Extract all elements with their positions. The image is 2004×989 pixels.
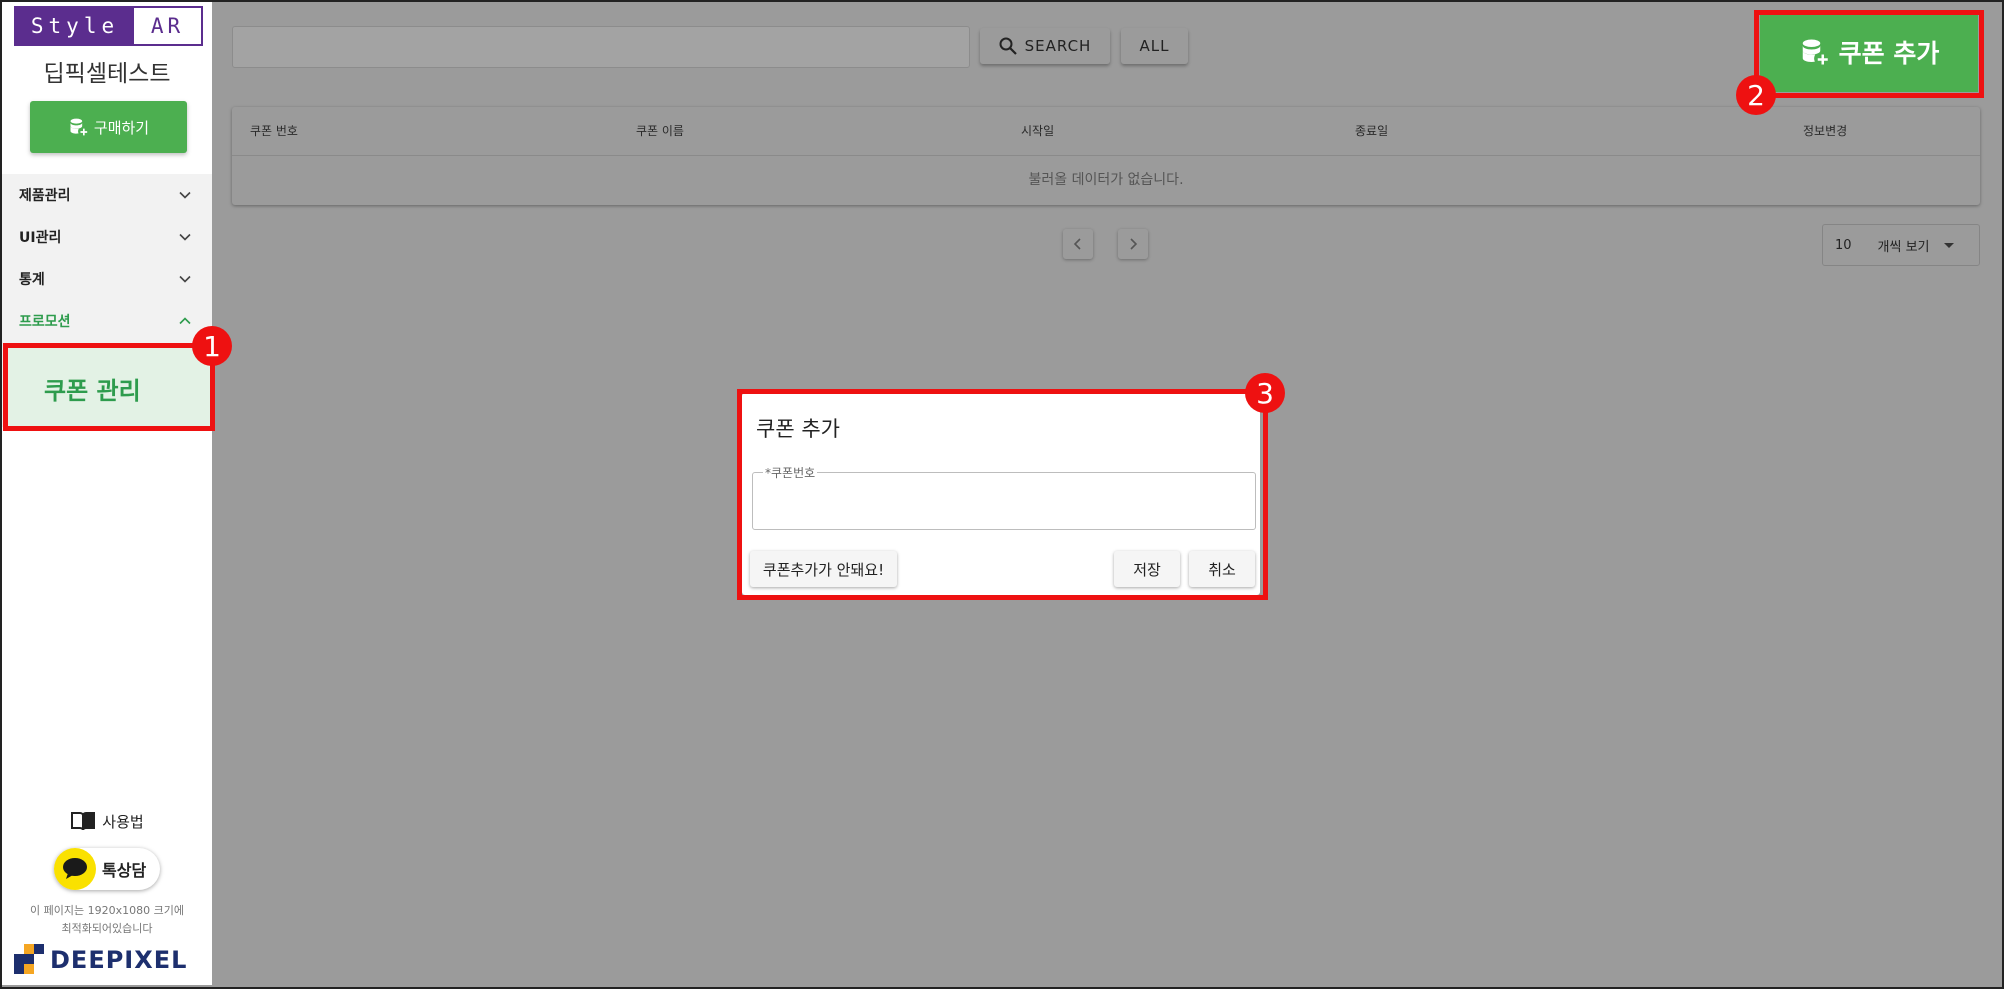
per-page-label: 개씩 보기 bbox=[1877, 239, 1930, 255]
style-ar-logo[interactable]: Style AR bbox=[14, 6, 203, 46]
sidebar-item-stats[interactable]: 통계 bbox=[2, 258, 212, 300]
help-label: 사용법 bbox=[102, 812, 144, 831]
column-header[interactable]: 쿠폰 이름 bbox=[636, 107, 684, 155]
coupon-table: 쿠폰 번호 쿠폰 이름 시작일 종료일 정보변경 불러올 데이터가 없습니다. bbox=[232, 107, 1980, 205]
per-page-select[interactable]: 10 개씩 보기 bbox=[1822, 224, 1980, 266]
book-icon bbox=[71, 812, 96, 831]
search-button[interactable]: SEARCH bbox=[980, 28, 1110, 64]
help-link[interactable]: 사용법 bbox=[2, 810, 212, 832]
sidebar-item-label: 제품관리 bbox=[19, 188, 71, 204]
shop-name: 딥픽셀테스트 bbox=[43, 61, 171, 87]
empty-message: 불러올 데이터가 없습니다. bbox=[1028, 172, 1184, 188]
sidebar-item-promotion[interactable]: 프로모션 bbox=[2, 300, 212, 342]
callout-badge-2: 2 bbox=[1736, 75, 1776, 115]
logo-text-right: AR bbox=[150, 14, 185, 38]
per-page-value: 10 bbox=[1835, 237, 1852, 253]
callout-badge-1: 1 bbox=[192, 326, 232, 366]
all-button[interactable]: ALL bbox=[1121, 28, 1188, 64]
chevron-down-icon bbox=[179, 275, 191, 283]
notice-line: 최적화되어있습니다 bbox=[61, 922, 153, 935]
deepixel-logo-icon bbox=[14, 944, 44, 974]
kakao-bubble bbox=[54, 848, 96, 890]
resolution-notice: 이 페이지는 1920x1080 크기에 최적화되어있습니다 bbox=[2, 902, 212, 938]
column-header[interactable]: 종료일 bbox=[1355, 107, 1388, 155]
table-header: 쿠폰 번호 쿠폰 이름 시작일 종료일 정보변경 bbox=[232, 107, 1980, 156]
talk-label: 톡상담 bbox=[102, 861, 147, 880]
deepixel-brand: DEEPIXEL bbox=[12, 944, 187, 976]
highlight-box-1 bbox=[3, 343, 215, 431]
sidebar-item-products[interactable]: 제품관리 bbox=[2, 174, 212, 216]
sidebar-item-label: UI관리 bbox=[19, 230, 62, 246]
highlight-box-3 bbox=[737, 389, 1268, 600]
notice-line: 이 페이지는 1920x1080 크기에 bbox=[30, 904, 184, 917]
logo-text-left: Style bbox=[16, 8, 134, 44]
chat-bubble-icon bbox=[63, 858, 87, 879]
column-header[interactable]: 시작일 bbox=[1021, 107, 1054, 155]
callout-badge-3: 3 bbox=[1245, 373, 1285, 413]
highlight-box-2 bbox=[1754, 10, 1984, 98]
sidebar: Style AR 딥픽셀테스트 구매하기 제품관리 UI관리 통계 프로모션 쿠… bbox=[2, 2, 212, 985]
search-icon bbox=[999, 37, 1017, 55]
caret-down-icon bbox=[1943, 242, 1954, 248]
sidebar-item-ui[interactable]: UI관리 bbox=[2, 216, 212, 258]
database-plus-icon bbox=[70, 118, 88, 136]
chevron-right-icon bbox=[1130, 238, 1138, 250]
column-header[interactable]: 쿠폰 번호 bbox=[250, 107, 298, 155]
column-header[interactable]: 정보변경 bbox=[1803, 107, 1847, 155]
chevron-left-icon bbox=[1073, 238, 1081, 250]
chevron-down-icon bbox=[179, 233, 191, 241]
chevron-up-icon bbox=[179, 317, 191, 325]
prev-page-button[interactable] bbox=[1063, 229, 1093, 259]
sidebar-item-label: 프로모션 bbox=[19, 314, 71, 330]
kakao-chat-button[interactable]: 톡상담 bbox=[54, 848, 160, 890]
chevron-down-icon bbox=[179, 191, 191, 199]
brand-name: DEEPIXEL bbox=[50, 946, 188, 974]
search-input[interactable] bbox=[232, 26, 970, 68]
search-button-label: SEARCH bbox=[1024, 37, 1092, 55]
purchase-button[interactable]: 구매하기 bbox=[30, 101, 187, 153]
all-button-label: ALL bbox=[1139, 37, 1170, 55]
purchase-label: 구매하기 bbox=[93, 118, 150, 137]
sidebar-item-label: 통계 bbox=[19, 272, 45, 288]
next-page-button[interactable] bbox=[1118, 229, 1148, 259]
